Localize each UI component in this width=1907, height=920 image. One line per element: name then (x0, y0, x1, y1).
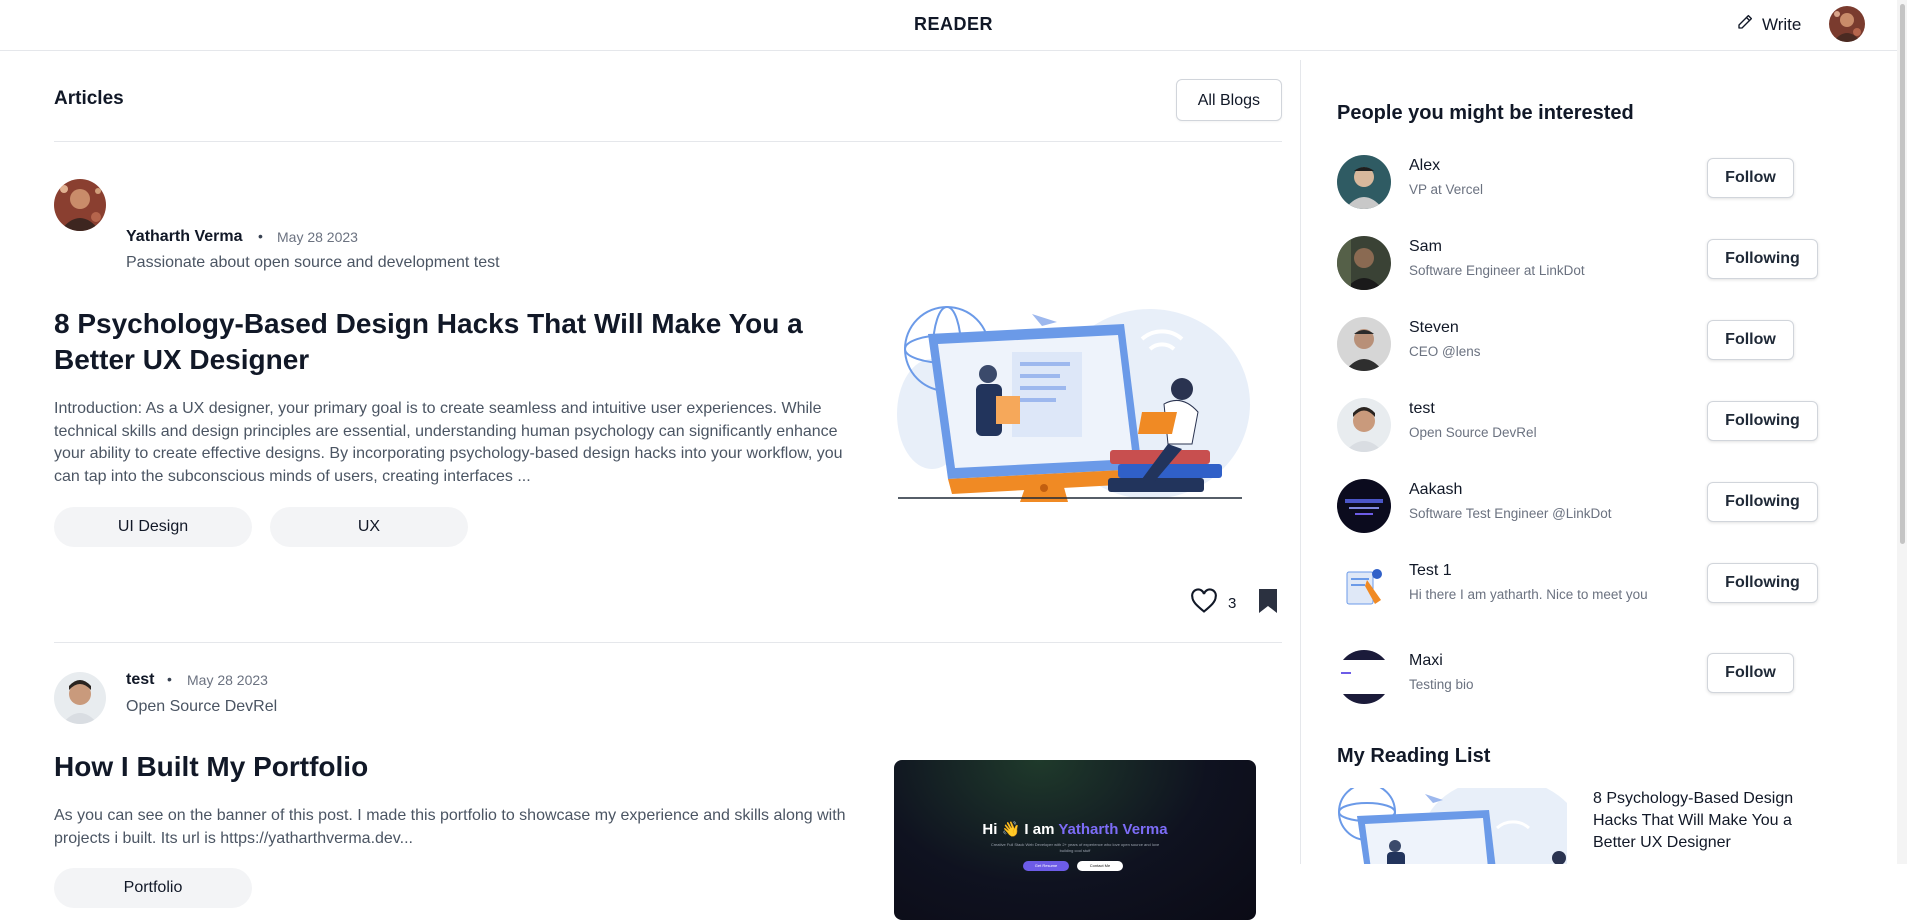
follow-button[interactable]: Follow (1707, 653, 1794, 693)
following-button[interactable]: Following (1707, 239, 1818, 279)
top-header: READER Write (0, 0, 1907, 51)
person-item: test Open Source DevRel Following (1337, 398, 1857, 458)
person-bio: Hi there I am yatharth. Nice to meet you (1409, 587, 1648, 602)
main-content: Articles All Blogs Yatharth Verma • May … (54, 51, 1282, 920)
person-name[interactable]: Test 1 (1409, 562, 1452, 580)
person-name[interactable]: Alex (1409, 157, 1440, 175)
write-label: Write (1762, 14, 1802, 34)
person-item: Sam Software Engineer at LinkDot Followi… (1337, 236, 1857, 296)
person-item: Aakash Software Test Engineer @LinkDot F… (1337, 479, 1857, 539)
post-date: May 28 2023 (277, 229, 358, 245)
person-bio: CEO @lens (1409, 344, 1481, 359)
write-button[interactable]: Write (1736, 13, 1801, 36)
author-avatar[interactable] (54, 672, 106, 724)
user-avatar[interactable] (1829, 6, 1865, 42)
bookmark-icon[interactable] (1257, 588, 1279, 619)
article-excerpt: As you can see on the banner of this pos… (54, 807, 846, 847)
author-name[interactable]: Yatharth Verma (126, 228, 243, 246)
person-bio: Software Engineer at LinkDot (1409, 263, 1585, 278)
heart-icon (1190, 588, 1218, 618)
author-avatar[interactable] (54, 179, 106, 231)
person-name[interactable]: Aakash (1409, 481, 1462, 499)
article-excerpt: Introduction: As a UX designer, your pri… (54, 400, 843, 485)
pencil-icon (1736, 13, 1754, 36)
articles-title: Articles (54, 88, 124, 109)
author-bio: Passionate about open source and develop… (126, 254, 500, 271)
brand-logo[interactable]: READER (0, 14, 1907, 35)
person-bio: Software Test Engineer @LinkDot (1409, 506, 1612, 521)
person-item: Maxi Testing bio Follow (1337, 650, 1857, 710)
article-cover-illustration[interactable] (892, 304, 1262, 504)
article-title[interactable]: 8 Psychology-Based Design Hacks That Wil… (54, 306, 854, 378)
tag-chip[interactable]: UI Design (54, 507, 252, 547)
cover-secondary-button: Contact Me (1077, 861, 1123, 871)
person-bio: Testing bio (1409, 677, 1474, 692)
person-bio: Open Source DevRel (1409, 425, 1537, 440)
person-name[interactable]: Maxi (1409, 652, 1443, 670)
articles-header: Articles All Blogs (54, 51, 1282, 142)
person-item: Alex VP at Vercel Follow (1337, 155, 1857, 215)
separator-dot: • (258, 228, 263, 244)
right-sidebar: People you might be interested Alex VP a… (1300, 60, 1907, 864)
like-count: 3 (1228, 594, 1237, 612)
following-button[interactable]: Following (1707, 482, 1818, 522)
tag-chip[interactable]: UX (270, 507, 468, 547)
post-date: May 28 2023 (187, 672, 268, 688)
follow-button[interactable]: Follow (1707, 320, 1794, 360)
article-title[interactable]: How I Built My Portfolio (54, 749, 854, 785)
cover-subtitle: Creative Full Stack Web Developer with 2… (990, 842, 1160, 853)
person-avatar[interactable] (1337, 650, 1391, 704)
tag-chip[interactable]: Portfolio (54, 868, 252, 908)
following-button[interactable]: Following (1707, 401, 1818, 441)
author-bio: Open Source DevRel (126, 698, 278, 715)
all-blogs-button[interactable]: All Blogs (1175, 79, 1282, 121)
person-name[interactable]: Sam (1409, 238, 1442, 256)
suggestions-title: People you might be interested (1337, 102, 1634, 124)
person-name[interactable]: Steven (1409, 319, 1459, 337)
person-avatar[interactable] (1337, 398, 1391, 452)
article-card: Yatharth Verma • May 28 2023 Passionate … (54, 142, 1282, 643)
person-avatar[interactable] (1337, 560, 1391, 614)
author-name[interactable]: test (126, 671, 154, 689)
person-name[interactable]: test (1409, 400, 1435, 418)
article-cover-image[interactable]: Hi 👋 I am Yatharth Verma Creative Full S… (894, 760, 1256, 920)
reading-list-item[interactable]: 8 Psychology-Based Design Hacks That Wil… (1593, 788, 1823, 854)
article-card: test • May 28 2023 Open Source DevRel Ho… (54, 643, 1282, 920)
person-avatar[interactable] (1337, 479, 1391, 533)
cover-primary-button: Get Resume (1023, 861, 1069, 871)
following-button[interactable]: Following (1707, 563, 1818, 603)
like-button[interactable]: 3 (1190, 588, 1236, 618)
person-avatar[interactable] (1337, 317, 1391, 371)
person-avatar[interactable] (1337, 236, 1391, 290)
follow-button[interactable]: Follow (1707, 158, 1794, 198)
person-item: Steven CEO @lens Follow (1337, 317, 1857, 377)
person-bio: VP at Vercel (1409, 182, 1484, 197)
scrollbar-thumb[interactable] (1900, 4, 1905, 544)
separator-dot: • (167, 671, 172, 687)
person-avatar[interactable] (1337, 155, 1391, 209)
cover-heading: Hi 👋 I am Yatharth Verma (982, 821, 1168, 838)
person-item: Test 1 Hi there I am yatharth. Nice to m… (1337, 560, 1857, 620)
reading-list-title: My Reading List (1337, 745, 1491, 767)
reading-list-thumbnail[interactable] (1337, 788, 1567, 864)
